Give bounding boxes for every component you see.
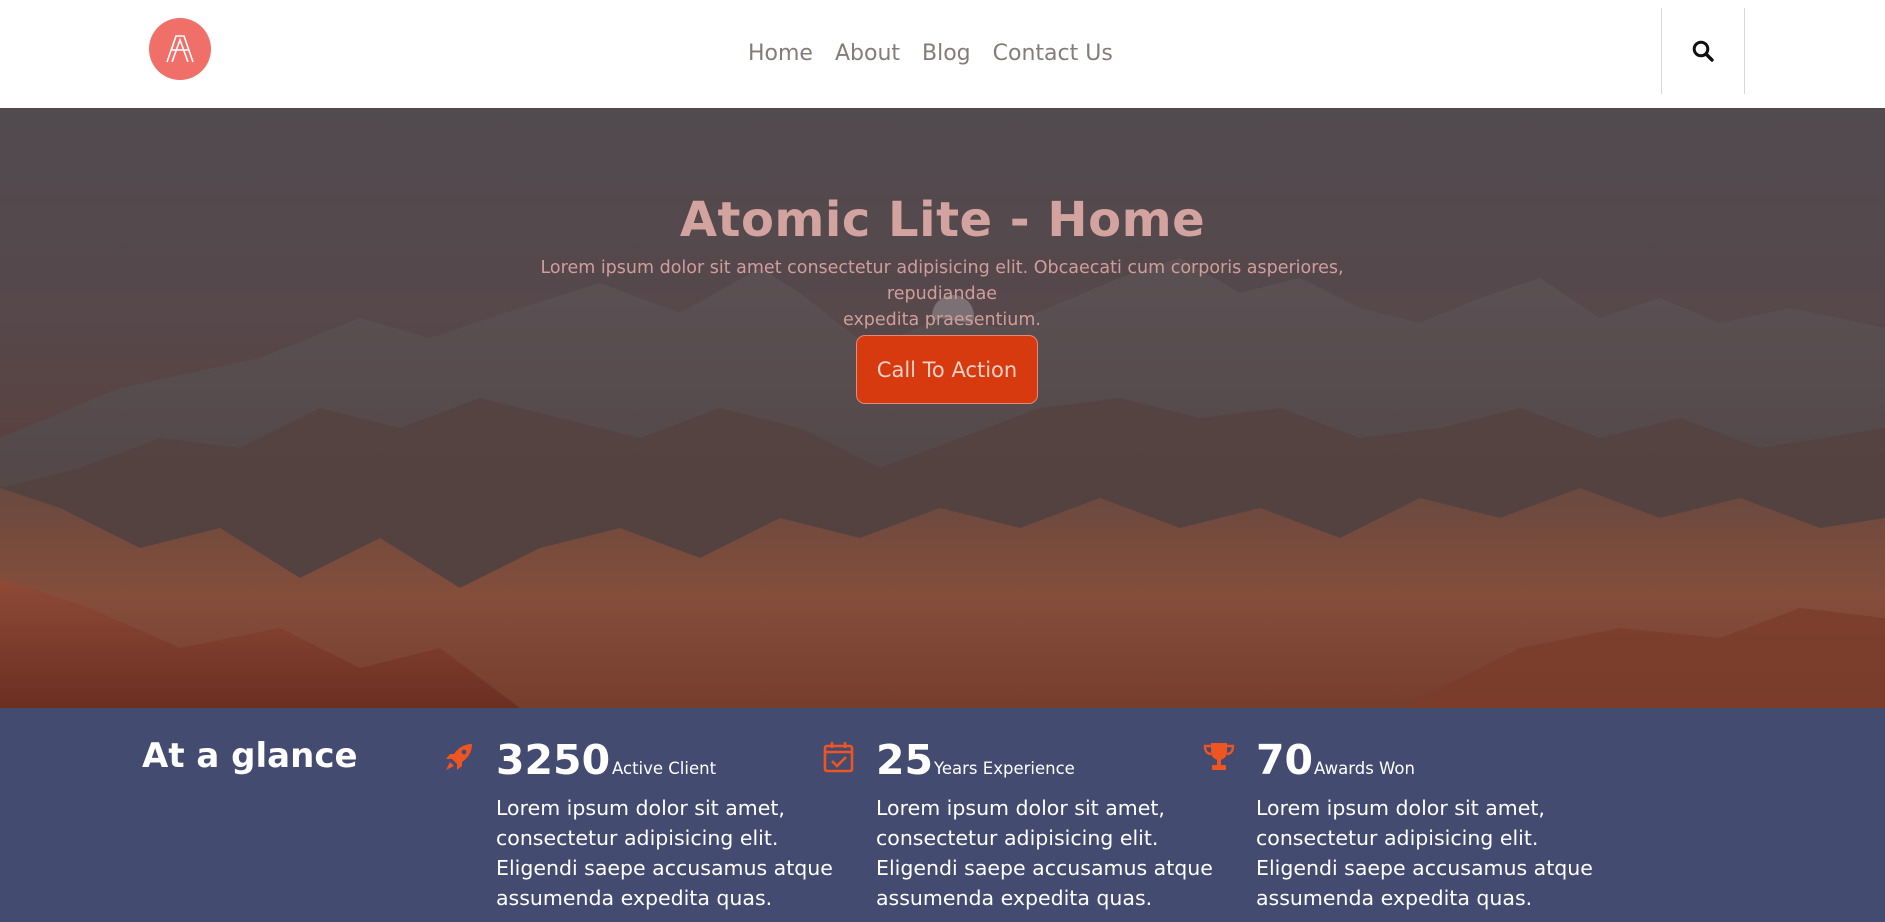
hero-title: Atomic Lite - Home [679,192,1206,248]
stat-number: 3250 [496,736,611,784]
nav-contact-us[interactable]: Contact Us [993,41,1113,66]
section-heading: At a glance [142,736,358,776]
stat-description: Lorem ipsum dolor sit amet, consectetur … [496,796,833,910]
atomic-logo-icon[interactable] [149,18,211,80]
stat-label: Awards Won [1314,759,1415,778]
rocket-icon [446,744,472,770]
search-icon [1692,40,1714,62]
stat-label: Active Client [612,759,717,778]
stat-number: 25 [876,736,934,784]
hero-subtitle-line1: Lorem ipsum dolor sit amet consectetur a… [540,258,1344,304]
site-header: Home About Blog Contact Us [0,0,1885,108]
stat-number: 70 [1256,736,1314,784]
main-nav: Home About Blog Contact Us [748,36,1113,70]
stat-label: Years Experience [934,759,1075,778]
search-button[interactable] [1661,8,1745,94]
logo-mark [166,35,194,63]
trophy-icon [1203,743,1235,770]
hero-section: Atomic Lite - Home Lorem ipsum dolor sit… [0,108,1885,708]
call-to-action-button[interactable]: Call To Action [856,335,1038,404]
stat-description: Lorem ipsum dolor sit amet, consectetur … [1256,796,1593,910]
hero-subtitle-line2: expedita praesentium. [842,310,1041,330]
nav-about[interactable]: About [835,41,900,66]
stat-description: Lorem ipsum dolor sit amet, consectetur … [876,796,1213,910]
nav-home[interactable]: Home [748,41,813,66]
hero-subtitle: Lorem ipsum dolor sit amet consectetur a… [492,255,1392,333]
nav-blog[interactable]: Blog [922,41,971,66]
calendar-check-icon [823,742,854,773]
at-a-glance-section: At a glance 3250 Active Client Lorem ips… [0,708,1885,922]
